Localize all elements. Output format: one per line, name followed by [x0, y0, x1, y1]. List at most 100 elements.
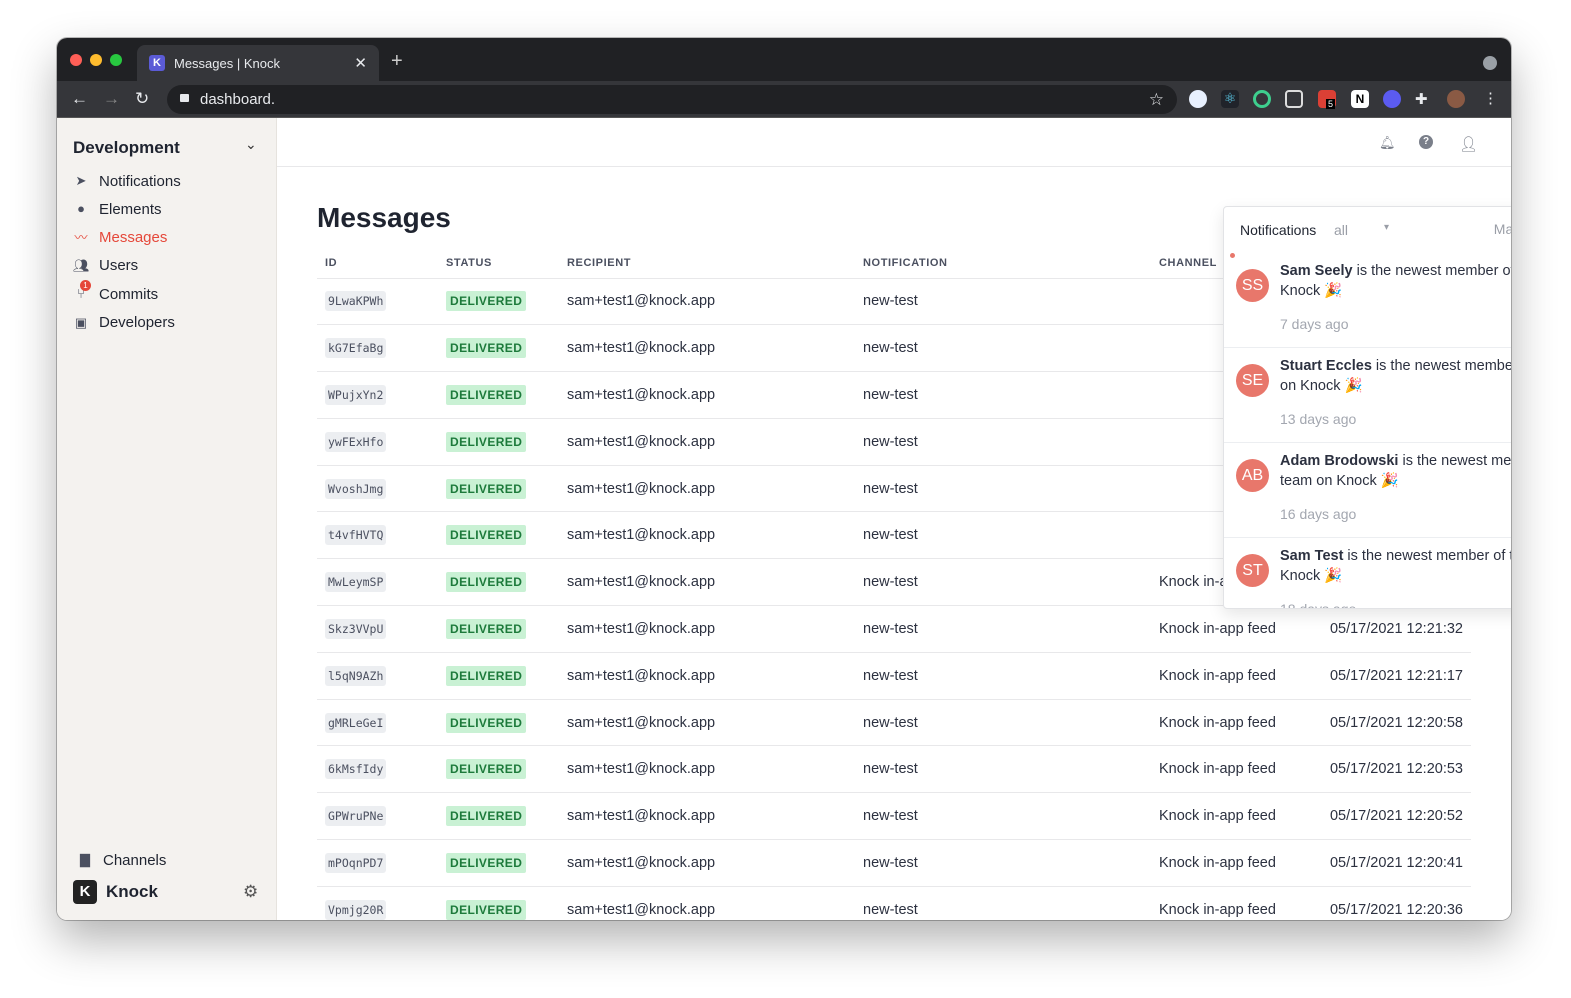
feed-item[interactable]: SE Stuart Eccles is the newest member of…: [1224, 348, 1511, 443]
close-tab-icon[interactable]: ✕: [354, 54, 367, 72]
feed-filter-select[interactable]: all: [1334, 222, 1348, 238]
channel: Knock in-app feed: [1151, 605, 1297, 653]
message-id[interactable]: t4vfHVTQ: [325, 525, 387, 546]
sidebar-item-label: Commits: [99, 285, 159, 303]
sidebar-item-channels[interactable]: ▇ Channels: [77, 848, 166, 872]
tab-title: Messages | Knock: [174, 55, 280, 71]
message-id[interactable]: kG7EfaBg: [325, 338, 387, 359]
back-icon[interactable]: ←: [71, 89, 88, 109]
message-id[interactable]: Vpmjg20R: [325, 899, 387, 920]
extensions-puzzle-icon[interactable]: ✚: [1415, 90, 1433, 108]
message-id[interactable]: MwLeymSP: [325, 572, 387, 593]
message-id[interactable]: l5qN9AZh: [325, 665, 387, 686]
channel: Knock in-app feed: [1151, 652, 1297, 700]
message-id[interactable]: GPWruPNe: [325, 806, 387, 827]
forward-icon[interactable]: →: [103, 89, 120, 109]
message-id[interactable]: mPOqnPD7: [325, 852, 387, 873]
recipient: sam+test1@knock.app: [559, 511, 855, 560]
gear-icon[interactable]: ⚙: [243, 882, 258, 902]
table-row[interactable]: 6kMsfIdy DELIVERED sam+test1@knock.app n…: [317, 745, 1471, 794]
message-id[interactable]: WvoshJmg: [325, 478, 387, 499]
mark-all-read-button[interactable]: Mark all as read ✓: [1494, 221, 1511, 238]
created-at: 05/17/2021 12:20:52: [1296, 792, 1471, 841]
todoist-icon[interactable]: 5: [1318, 90, 1336, 109]
message-id[interactable]: Skz3VVpU: [325, 618, 387, 639]
column-header-id[interactable]: ID: [317, 248, 438, 279]
message-id[interactable]: ywFExHfo: [325, 431, 387, 452]
feed-item-text: Stuart Eccles is the newest member of th…: [1280, 356, 1511, 396]
table-row[interactable]: GPWruPNe DELIVERED sam+test1@knock.app n…: [317, 792, 1471, 841]
browser-menu-icon[interactable]: ⋮: [1483, 89, 1498, 107]
column-header-notification[interactable]: NOTIFICATION: [855, 248, 1151, 279]
channel: Knock in-app feed: [1151, 839, 1297, 887]
address-bar[interactable]: dashboard. ☆: [167, 85, 1177, 114]
created-at: 05/17/2021 12:20:53: [1296, 745, 1471, 794]
circle-extension-icon[interactable]: [1253, 90, 1271, 108]
status-badge: DELIVERED: [446, 291, 527, 312]
sidebar-item-developers[interactable]: ▣ Developers: [73, 311, 175, 335]
column-header-status[interactable]: STATUS: [438, 248, 559, 279]
message-id[interactable]: 9LwaKPWh: [325, 291, 387, 312]
notification: new-test: [855, 699, 1151, 747]
table-row[interactable]: gMRLeGeI DELIVERED sam+test1@knock.app n…: [317, 699, 1471, 747]
bookmark-star-icon[interactable]: ☆: [1149, 85, 1164, 114]
picture-in-picture-icon[interactable]: [1285, 90, 1303, 108]
message-id[interactable]: 6kMsfIdy: [325, 759, 387, 780]
new-tab-button[interactable]: +: [391, 50, 403, 73]
help-icon[interactable]: ?: [1419, 135, 1433, 149]
sidebar-item-label: Developers: [99, 314, 175, 331]
actor-name: Stuart Eccles: [1280, 358, 1372, 374]
bell-icon[interactable]: 🔔︎: [1379, 135, 1396, 150]
sidebar-item-notifications[interactable]: ➤ Notifications: [73, 169, 181, 193]
feed-item[interactable]: SS Sam Seely is the newest member of the…: [1224, 253, 1511, 348]
table-row[interactable]: Skz3VVpU DELIVERED sam+test1@knock.app n…: [317, 605, 1471, 653]
status-badge: DELIVERED: [446, 572, 527, 593]
table-row[interactable]: mPOqnPD7 DELIVERED sam+test1@knock.app n…: [317, 839, 1471, 887]
environment-selector[interactable]: Development: [73, 138, 180, 158]
message-id[interactable]: gMRLeGeI: [325, 712, 387, 733]
sidebar-item-label: Users: [99, 257, 139, 275]
close-window-button[interactable]: [70, 54, 82, 66]
status-badge: DELIVERED: [446, 759, 527, 780]
recipient: sam+test1@knock.app: [559, 839, 855, 887]
status-badge: DELIVERED: [446, 431, 527, 452]
password-extension-icon[interactable]: [1189, 90, 1207, 108]
table-row[interactable]: Vpmjg20R DELIVERED sam+test1@knock.app n…: [317, 886, 1471, 920]
feed-item-text: Adam Brodowski is the newest member of t…: [1280, 451, 1511, 491]
sidebar-item-elements[interactable]: ● Elements: [73, 197, 161, 221]
reload-icon[interactable]: ↻: [135, 89, 149, 109]
chevron-down-icon[interactable]: ▾: [1384, 222, 1389, 233]
feed-item[interactable]: AB Adam Brodowski is the newest member o…: [1224, 443, 1511, 538]
react-devtools-icon[interactable]: ⚛: [1221, 90, 1239, 108]
recipient: sam+test1@knock.app: [559, 558, 855, 607]
sidebar-item-commits[interactable]: ⑂ 1 Commits: [73, 280, 159, 306]
terminal-icon: ▣: [74, 314, 88, 330]
notification: new-test: [855, 418, 1151, 466]
feed-item-text: Sam Test is the newest member of the tea…: [1280, 546, 1511, 586]
message-id[interactable]: WPujxYn2: [325, 384, 387, 405]
created-at: 05/17/2021 12:21:32: [1296, 605, 1471, 653]
tab-bar: K Messages | Knock ✕ +: [57, 38, 1511, 81]
chevron-down-icon[interactable]: ⌄: [245, 136, 257, 153]
notification: new-test: [855, 278, 1151, 326]
status-badge: DELIVERED: [446, 806, 527, 827]
notification: new-test: [855, 792, 1151, 841]
browser-toolbar: ← → ↻ dashboard. ☆ ⚛ 5 N ✚ ⋮: [57, 81, 1511, 118]
recipient: sam+test1@knock.app: [559, 745, 855, 794]
profile-avatar[interactable]: [1447, 90, 1465, 108]
feed-item[interactable]: ST Sam Test is the newest member of the …: [1224, 538, 1511, 608]
maximize-window-button[interactable]: [110, 54, 122, 66]
user-icon[interactable]: 👤︎: [1459, 135, 1478, 153]
channel: Knock in-app feed: [1151, 745, 1297, 794]
actor-name: Sam Test: [1280, 548, 1344, 564]
minimize-window-button[interactable]: [90, 54, 102, 66]
sidebar-item-users[interactable]: 👥︎ Users: [73, 254, 138, 278]
table-row[interactable]: l5qN9AZh DELIVERED sam+test1@knock.app n…: [317, 652, 1471, 700]
linear-icon[interactable]: [1383, 90, 1401, 108]
notion-icon[interactable]: N: [1351, 90, 1369, 108]
recipient: sam+test1@knock.app: [559, 418, 855, 466]
sidebar-item-messages[interactable]: 〰 Messages: [73, 226, 167, 250]
tab-search-icon[interactable]: [1483, 56, 1497, 70]
column-header-recipient[interactable]: RECIPIENT: [559, 248, 855, 279]
browser-tab[interactable]: K Messages | Knock ✕: [137, 45, 379, 81]
